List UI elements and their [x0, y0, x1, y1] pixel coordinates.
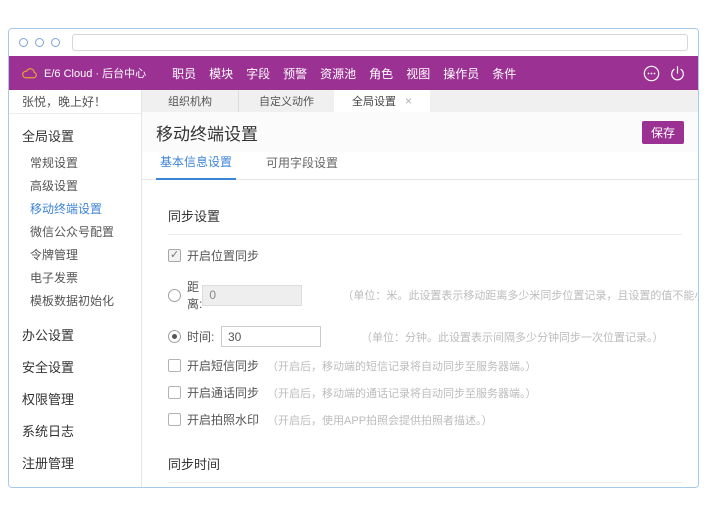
window-control-icon[interactable] — [51, 38, 60, 47]
distance-label: 距离: — [187, 278, 202, 312]
distance-option-row: 距离: （单位：米。此设置表示移动距离多少米同步位置记录，且设置的值不能小于10… — [168, 278, 682, 312]
main-layout: 张悦，晚上好！ 全局设置 常规设置 高级设置 移动终端设置 微信公众号配置 令牌… — [9, 90, 698, 487]
section-title-sync-time: 同步时间 — [168, 454, 682, 483]
time-interval-input[interactable] — [221, 326, 321, 347]
sidebar-item-office-settings[interactable]: 办公设置 — [9, 325, 141, 344]
time-hint: （单位：分钟。此设置表示间隔多少分钟同步一次位置记录。） — [361, 329, 664, 345]
section-title-sync-settings: 同步设置 — [168, 206, 682, 235]
brand-label: E/6 Cloud · 后台中心 — [44, 65, 146, 81]
menu-item-role[interactable]: 角色 — [369, 65, 393, 82]
power-logout-icon[interactable] — [669, 65, 686, 82]
sidebar-item-security-settings[interactable]: 安全设置 — [9, 357, 141, 376]
sidebar-item-general-settings[interactable]: 常规设置 — [9, 151, 141, 174]
distance-input[interactable] — [202, 285, 302, 306]
tab-custom-actions[interactable]: 自定义动作 — [238, 90, 334, 112]
window-control-icon[interactable] — [19, 38, 28, 47]
distance-radio[interactable] — [168, 289, 181, 302]
settings-form: 同步设置 开启位置同步 距离: （单位：米。此设置表示移动距离多少米同步位置记录… — [142, 180, 698, 487]
sms-sync-hint: （开启后，移动端的短信记录将自动同步至服务器端。） — [267, 358, 537, 374]
app-header: E/6 Cloud · 后台中心 职员 模块 字段 预警 资源池 角色 视图 操… — [9, 56, 698, 90]
sms-sync-label: 开启短信同步 — [187, 357, 259, 374]
time-option-row: 时间: （单位：分钟。此设置表示间隔多少分钟同步一次位置记录。） — [168, 326, 682, 347]
location-sync-checkbox[interactable] — [168, 249, 181, 262]
sidebar: 张悦，晚上好！ 全局设置 常规设置 高级设置 移动终端设置 微信公众号配置 令牌… — [9, 90, 142, 487]
cloud-logo-icon — [21, 65, 38, 82]
address-bar[interactable] — [72, 34, 688, 51]
window-control-icon[interactable] — [35, 38, 44, 47]
settings-tabs: 基本信息设置 可用字段设置 — [142, 152, 698, 180]
menu-item-staff[interactable]: 职员 — [172, 65, 196, 82]
sidebar-group-items: 常规设置 高级设置 移动终端设置 微信公众号配置 令牌管理 电子发票 模板数据初… — [9, 151, 141, 312]
sidebar-item-template-data-init[interactable]: 模板数据初始化 — [9, 289, 141, 312]
menu-item-module[interactable]: 模块 — [209, 65, 233, 82]
tab-organization[interactable]: 组织机构 — [142, 90, 238, 112]
header-actions — [643, 65, 686, 82]
photo-watermark-checkbox[interactable] — [168, 413, 181, 426]
sidebar-item-permission-management[interactable]: 权限管理 — [9, 389, 141, 408]
sms-sync-row: 开启短信同步 （开启后，移动端的短信记录将自动同步至服务器端。） — [168, 357, 682, 374]
sidebar-item-global-settings[interactable]: 全局设置 — [22, 126, 141, 145]
sidebar-item-token-management[interactable]: 令牌管理 — [9, 243, 141, 266]
call-sync-hint: （开启后，移动端的通话记录将自动同步至服务器端。） — [267, 385, 537, 401]
menu-item-operator[interactable]: 操作员 — [443, 65, 479, 82]
tab-label: 全局设置 — [352, 93, 396, 109]
sidebar-item-e-invoice[interactable]: 电子发票 — [9, 266, 141, 289]
location-sync-row: 开启位置同步 — [168, 247, 682, 264]
content-area: 组织机构 自定义动作 全局设置 × 移动终端设置 保存 基本信息设置 — [142, 90, 698, 487]
main-menu: 职员 模块 字段 预警 资源池 角色 视图 操作员 条件 — [172, 65, 516, 82]
tab-label: 自定义动作 — [259, 93, 314, 109]
page-header: 移动终端设置 保存 — [142, 112, 698, 152]
tab-available-fields-settings[interactable]: 可用字段设置 — [262, 154, 342, 179]
browser-chrome — [9, 29, 698, 56]
user-greeting: 张悦，晚上好！ — [9, 90, 141, 114]
menu-item-resource-pool[interactable]: 资源池 — [320, 65, 356, 82]
call-sync-row: 开启通话同步 （开启后，移动端的通话记录将自动同步至服务器端。） — [168, 384, 682, 401]
call-sync-label: 开启通话同步 — [187, 384, 259, 401]
page: E/6 Cloud · 后台中心 职员 模块 字段 预警 资源池 角色 视图 操… — [0, 0, 708, 520]
photo-watermark-row: 开启拍照水印 （开启后，使用APP拍照会提供拍照者描述。） — [168, 411, 682, 428]
browser-window: E/6 Cloud · 后台中心 职员 模块 字段 预警 资源池 角色 视图 操… — [8, 28, 699, 488]
photo-watermark-label: 开启拍照水印 — [187, 411, 259, 428]
tab-label: 组织机构 — [168, 93, 212, 109]
time-label: 时间: — [187, 328, 221, 345]
page-title: 移动终端设置 — [156, 120, 258, 145]
sidebar-item-system-logs[interactable]: 系统日志 — [9, 421, 141, 440]
menu-item-condition[interactable]: 条件 — [492, 65, 516, 82]
call-sync-checkbox[interactable] — [168, 386, 181, 399]
tab-basic-info-settings[interactable]: 基本信息设置 — [156, 153, 236, 180]
distance-hint: （单位：米。此设置表示移动距离多少米同步位置记录，且设置的值不能小于100。） — [342, 287, 698, 303]
menu-item-alert[interactable]: 预警 — [283, 65, 307, 82]
time-radio[interactable] — [168, 330, 181, 343]
window-controls — [19, 38, 60, 47]
tab-global-settings[interactable]: 全局设置 × — [334, 90, 430, 112]
sidebar-item-advanced-settings[interactable]: 高级设置 — [9, 174, 141, 197]
location-sync-label: 开启位置同步 — [187, 247, 259, 264]
menu-item-field[interactable]: 字段 — [246, 65, 270, 82]
workspace-tabs: 组织机构 自定义动作 全局设置 × — [142, 90, 698, 112]
save-button[interactable]: 保存 — [642, 121, 684, 144]
more-options-icon[interactable] — [643, 65, 660, 82]
menu-item-view[interactable]: 视图 — [406, 65, 430, 82]
close-tab-icon[interactable]: × — [405, 95, 412, 107]
brand: E/6 Cloud · 后台中心 — [21, 65, 146, 82]
photo-watermark-hint: （开启后，使用APP拍照会提供拍照者描述。） — [267, 412, 493, 428]
sidebar-item-mobile-terminal-settings[interactable]: 移动终端设置 — [9, 197, 141, 220]
sidebar-item-registration-management[interactable]: 注册管理 — [9, 453, 141, 472]
sms-sync-checkbox[interactable] — [168, 359, 181, 372]
sidebar-item-wechat-account-config[interactable]: 微信公众号配置 — [9, 220, 141, 243]
